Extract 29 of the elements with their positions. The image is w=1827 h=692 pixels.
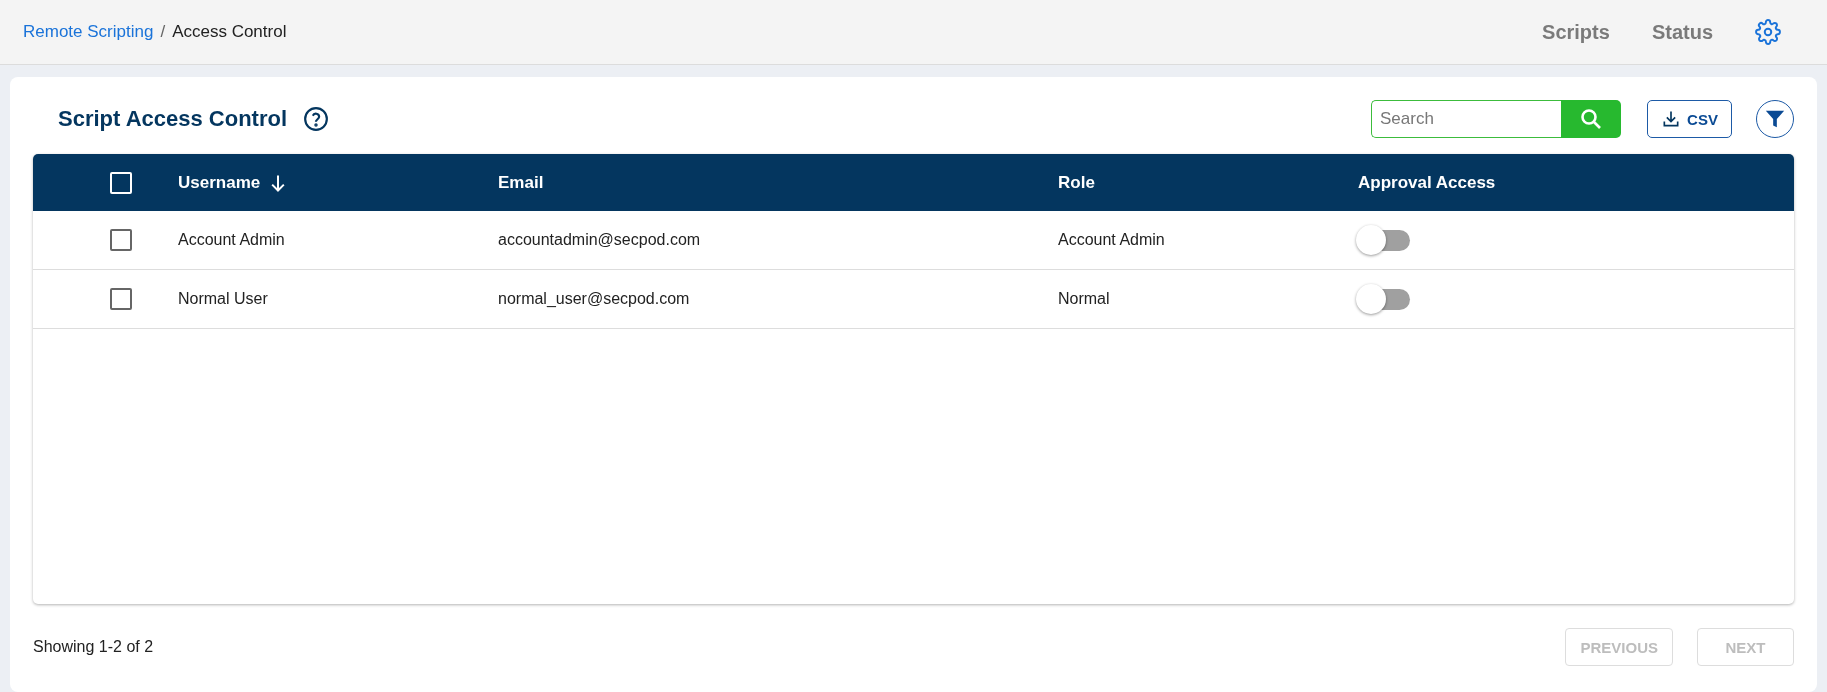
table-cell-text: Normal User [178, 290, 269, 308]
pagination-summary: Showing 1-2 of 2 [33, 638, 155, 656]
column-header: Email [498, 172, 545, 193]
breadcrumb-separator: / [160, 22, 166, 42]
search-field[interactable]: Search [1371, 100, 1561, 138]
select-all-checkbox[interactable] [109, 171, 132, 194]
breadcrumb-current: Access Control [172, 22, 287, 42]
settings-icon[interactable] [1755, 19, 1781, 45]
nav-link[interactable]: Status [1651, 20, 1713, 44]
table-cell-text: Normal [1058, 290, 1111, 308]
search-button[interactable] [1561, 100, 1621, 138]
table-cell-text: Account Admin [1058, 231, 1166, 249]
help-icon[interactable] [303, 106, 330, 132]
table-cell-text: accountadmin@secpod.com [498, 231, 702, 249]
nav-link[interactable]: Scripts [1542, 20, 1610, 44]
row-checkbox[interactable] [109, 229, 132, 251]
breadcrumb-link[interactable]: Remote Scripting [23, 22, 154, 42]
column-header: Role [1058, 172, 1096, 193]
column-header: Approval Access [1358, 172, 1497, 193]
csv-download-button[interactable]: CSV [1647, 100, 1732, 138]
table-cell-text: Account Admin [178, 231, 286, 249]
filter-button[interactable] [1756, 100, 1794, 138]
row-checkbox[interactable] [109, 288, 132, 310]
search-icon [1579, 107, 1603, 131]
filter-icon [1764, 108, 1786, 130]
table-cell-text: normal_user@secpod.com [498, 290, 691, 308]
download-icon [1661, 109, 1682, 129]
page-title: Script Access Control [58, 106, 288, 132]
column-header[interactable]: Username [178, 172, 498, 193]
